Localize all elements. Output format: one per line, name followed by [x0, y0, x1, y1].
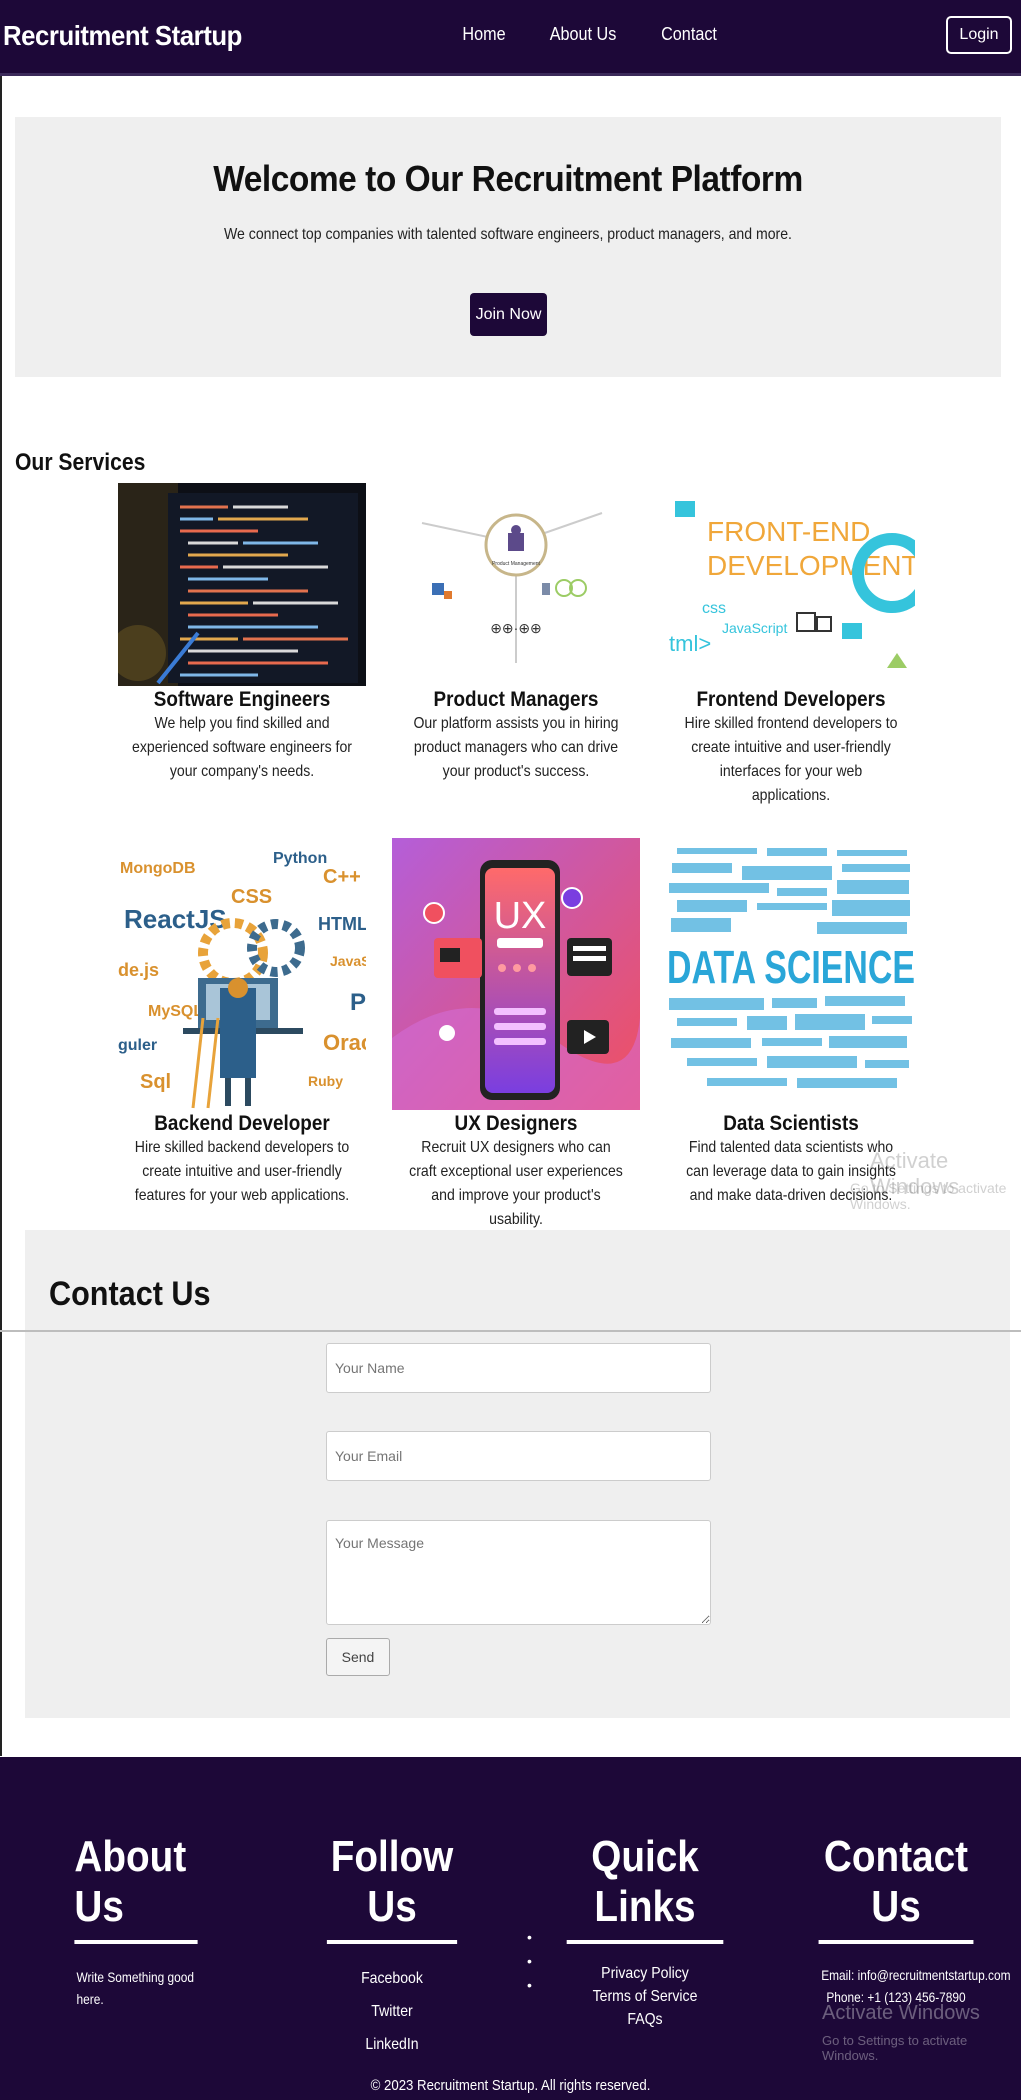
hero-title: Welcome to Our Recruitment Platform — [213, 158, 803, 199]
bullet-icon: • — [527, 1977, 532, 1993]
nav-home-link[interactable]: Home — [462, 24, 505, 45]
left-border — [0, 76, 2, 1756]
tech-word: Python — [273, 850, 327, 867]
activate-windows-watermark-sub: Go to Settings to activate Windows. — [822, 2033, 968, 2063]
svg-text:⊕⊕·⊕⊕: ⊕⊕·⊕⊕ — [490, 620, 542, 636]
service-title: Software Engineers — [153, 688, 331, 711]
service-title: Backend Developer — [154, 1112, 330, 1135]
svg-text:tml>: tml> — [669, 631, 711, 656]
footer-about: About Us Write Something good here. — [66, 1832, 206, 2010]
follow-links: Facebook Twitter LinkedIn — [318, 1962, 466, 2061]
footer-quick-title: Quick Links — [566, 1832, 724, 1944]
data-science-wordcloud-image: DATA SCIENCE — [667, 838, 915, 1110]
tech-word: PI — [350, 989, 366, 1016]
svg-text:JavaScript: JavaScript — [722, 620, 787, 636]
activate-windows-watermark-sub: Go to Settings to activate Windows. — [850, 1180, 1007, 1212]
service-card-product-managers: Product Management ⊕⊕·⊕⊕ Product Manager… — [391, 483, 641, 784]
footer-email: Email: info@recruitmentstartup.com — [821, 1967, 1011, 1983]
login-button[interactable]: Login — [946, 16, 1012, 54]
navbar: Recruitment Startup Home About Us Contac… — [0, 0, 1021, 76]
linkedin-link[interactable]: LinkedIn — [327, 2028, 457, 2061]
hero-section: Welcome to Our Recruitment Platform We c… — [15, 117, 1001, 377]
code-screen-image — [118, 483, 366, 686]
service-description: Hire skilled backend developers to creat… — [134, 1139, 350, 1204]
privacy-policy-link[interactable]: Privacy Policy — [567, 1962, 724, 1985]
tech-word: Oracl — [323, 1030, 366, 1055]
service-title: UX Designers — [454, 1112, 578, 1135]
quick-links: Privacy Policy Terms of Service FAQs — [556, 1962, 734, 2031]
hero-subtitle: We connect top companies with talented s… — [224, 226, 792, 243]
twitter-link[interactable]: Twitter — [327, 1995, 457, 2028]
nav-links: Home About Us Contact — [460, 24, 720, 45]
tech-word: C++ — [323, 866, 361, 888]
service-card-frontend-developers: FRONT-END DEVELOPMENT css JavaScript tml… — [666, 483, 916, 808]
frontend-text-line2: DEVELOPMENT — [707, 550, 915, 581]
nav-about-link[interactable]: About Us — [550, 24, 617, 45]
faqs-link[interactable]: FAQs — [567, 2008, 724, 2031]
frontend-text-line1: FRONT-END — [707, 516, 870, 547]
activate-windows-watermark: Activate Windows — [822, 2002, 980, 2024]
terms-of-service-link[interactable]: Terms of Service — [567, 1985, 724, 2008]
copyright: © 2023 Recruitment Startup. All rights r… — [370, 2077, 651, 2094]
service-card-ux-designers: UX UX Designers Recruit UX designers who… — [391, 838, 641, 1232]
data-science-label: DATA SCIENCE — [667, 941, 915, 993]
service-card-backend-developer: MongoDB Python CSS C++ ReactJS HTML de.j… — [117, 838, 367, 1208]
service-title: Product Managers — [433, 688, 599, 711]
svg-text:css: css — [702, 600, 726, 617]
service-card-software-engineers: Software Engineers We help you find skil… — [117, 483, 367, 784]
tech-word: Ruby — [308, 1073, 343, 1089]
bullet-icon: • — [527, 1953, 532, 1969]
brand-logo[interactable]: Recruitment Startup — [3, 20, 242, 52]
service-description: Recruit UX designers who can craft excep… — [409, 1139, 623, 1228]
message-textarea[interactable] — [326, 1520, 711, 1625]
frontend-development-image: FRONT-END DEVELOPMENT css JavaScript tml… — [667, 483, 915, 686]
footer-follow: Follow Us Facebook Twitter LinkedIn — [318, 1832, 466, 2061]
bullet-icon: • — [527, 1929, 532, 1945]
contact-section: Contact Us Send — [25, 1230, 1010, 1718]
join-now-button[interactable]: Join Now — [470, 293, 547, 336]
ux-label: UX — [494, 895, 547, 937]
service-title: Data Scientists — [723, 1112, 859, 1135]
email-input[interactable] — [326, 1431, 711, 1481]
footer-contact: Contact Us Email: info@recruitmentstartu… — [808, 1832, 1011, 2008]
tech-word: MySQL — [148, 1003, 203, 1020]
service-description: Our platform assists you in hiring produ… — [413, 715, 619, 780]
tech-word: MongoDB — [120, 860, 196, 877]
footer-quick-links: Quick Links Privacy Policy Terms of Serv… — [556, 1832, 734, 2031]
service-description: We help you find skilled and experienced… — [132, 715, 352, 780]
footer-about-title: About Us — [74, 1832, 198, 1944]
tech-word: guler — [118, 1037, 157, 1054]
tech-word: CSS — [231, 886, 272, 908]
service-description: Hire skilled frontend developers to crea… — [684, 715, 898, 804]
nav-contact-link[interactable]: Contact — [661, 24, 717, 45]
footer-follow-title: Follow Us — [326, 1832, 458, 1944]
backend-technologies-image: MongoDB Python CSS C++ ReactJS HTML de.j… — [118, 838, 366, 1110]
product-management-diagram-image: Product Management ⊕⊕·⊕⊕ — [392, 483, 640, 686]
send-button[interactable]: Send — [326, 1638, 390, 1676]
footer-contact-title: Contact Us — [818, 1832, 974, 1944]
services-title: Our Services — [15, 449, 146, 476]
facebook-link[interactable]: Facebook — [327, 1962, 457, 1995]
name-input[interactable] — [326, 1343, 711, 1393]
divider — [0, 1330, 1021, 1332]
ux-design-image: UX — [392, 838, 640, 1110]
tech-word: de.js — [118, 960, 159, 980]
pm-center-label: Product Management — [492, 561, 540, 567]
footer: About Us Write Something good here. Foll… — [0, 1757, 1021, 2100]
tech-word: Sql — [140, 1071, 171, 1093]
service-title: Frontend Developers — [696, 688, 886, 711]
tech-word: HTML — [318, 914, 366, 934]
tech-word: JavaS — [330, 953, 366, 969]
footer-about-text: Write Something good here. — [76, 1969, 195, 2007]
contact-title: Contact Us — [49, 1275, 211, 1313]
